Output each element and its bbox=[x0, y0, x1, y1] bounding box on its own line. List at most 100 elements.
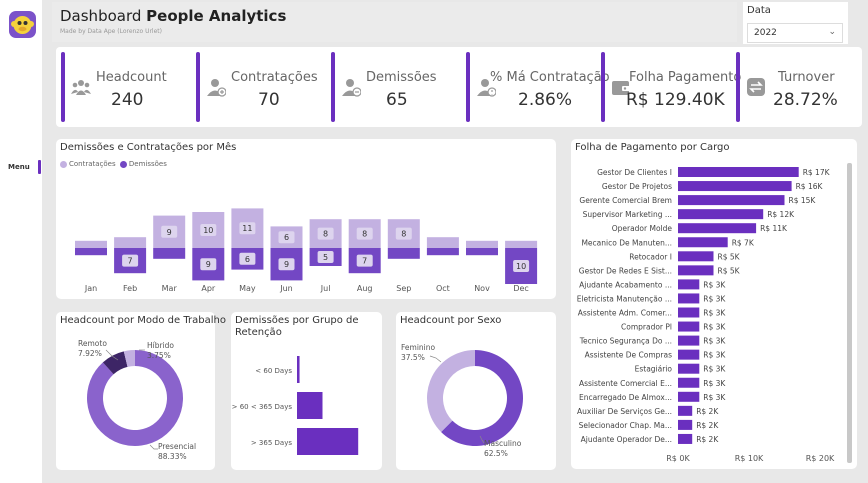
data-label-hires: 10 bbox=[203, 226, 213, 235]
kpi-headcount: Headcount 240 bbox=[61, 52, 189, 122]
bar-payroll bbox=[678, 391, 700, 402]
bar-payroll bbox=[678, 167, 799, 177]
kpi-label: Headcount bbox=[96, 70, 167, 85]
year-select[interactable]: 2022 ⌄ bbox=[747, 23, 843, 43]
payroll-chart: Gestor De Clientes I R$ 17K Gestor De Proj… bbox=[577, 167, 835, 463]
page-title: Dashboard People Analytics bbox=[60, 7, 286, 25]
y-tick-label: Estagiário bbox=[635, 365, 673, 374]
kpi-accent-bar bbox=[466, 52, 470, 122]
data-label-hires: 11 bbox=[242, 224, 252, 233]
sidebar: Menu bbox=[0, 0, 42, 483]
kpi-label: Turnover bbox=[778, 70, 835, 85]
y-tick-label: > 365 Days bbox=[251, 439, 292, 447]
bar-hires bbox=[114, 237, 147, 248]
slice-value: 7.92% bbox=[78, 349, 102, 358]
bar-payroll bbox=[678, 335, 700, 346]
people-group-icon bbox=[71, 80, 91, 95]
chevron-down-icon[interactable]: ⌄ bbox=[828, 27, 836, 37]
kpi-accent-bar bbox=[736, 52, 740, 122]
bar-terminations bbox=[426, 248, 459, 256]
filter-label: Data bbox=[747, 5, 771, 16]
kpi-label: Contratações bbox=[231, 70, 318, 85]
kpi-terminations: Demissões 65 bbox=[331, 52, 459, 122]
monkey-logo-icon bbox=[9, 11, 36, 38]
y-tick-label: Comprador Pl bbox=[621, 323, 672, 332]
y-tick-label: Gestor De Clientes I bbox=[597, 168, 672, 177]
payroll-chart-card: Folha de Pagamento por Cargo Gestor De C… bbox=[571, 139, 857, 469]
leader-line bbox=[429, 355, 442, 363]
bar-terminations bbox=[387, 248, 420, 259]
data-label-payroll: R$ 3K bbox=[703, 379, 726, 388]
x-tick-label: R$ 0K bbox=[666, 454, 690, 463]
data-label-terminations: 6 bbox=[245, 255, 250, 264]
data-label-payroll: R$ 2K bbox=[696, 421, 719, 430]
y-tick-label: Auxiliar De Serviços Ge... bbox=[577, 407, 672, 416]
data-label-payroll: R$ 2K bbox=[696, 407, 719, 416]
year-select-value: 2022 bbox=[754, 28, 777, 38]
title-bold: People Analytics bbox=[146, 7, 287, 25]
kpi-bad-hire: % Má Contratação 2.86% bbox=[466, 52, 610, 122]
data-label-terminations: 10 bbox=[516, 262, 526, 271]
kpi-label: % Má Contratação bbox=[490, 70, 610, 85]
y-tick-label: Selecionador Chap. Ma... bbox=[579, 421, 672, 430]
data-label-terminations: 5 bbox=[323, 253, 328, 262]
kpi-label: Folha Pagamento bbox=[629, 70, 742, 85]
bar-terminations bbox=[466, 248, 498, 256]
data-label-payroll: R$ 15K bbox=[789, 196, 817, 205]
y-tick-label: > 60 < 365 Days bbox=[232, 403, 293, 411]
kpi-value: 65 bbox=[386, 90, 408, 110]
bar-payroll bbox=[678, 223, 757, 234]
slice-label: Remoto bbox=[78, 339, 107, 348]
kpi-accent-bar bbox=[601, 52, 605, 122]
y-tick-label: Supervisor Marketing ... bbox=[583, 210, 672, 219]
data-label-payroll: R$ 3K bbox=[703, 280, 726, 289]
slice-value: 88.33% bbox=[158, 452, 187, 461]
x-tick-label: Apr bbox=[201, 284, 216, 293]
kpi-label: Demissões bbox=[366, 70, 437, 85]
x-tick-label: R$ 20K bbox=[806, 454, 835, 463]
date-filter: Data 2022 ⌄ bbox=[743, 2, 848, 44]
header: Dashboard People Analytics Made by Data … bbox=[52, 2, 737, 42]
page-subtitle: Made by Data Ape (Lorenzo Urlet) bbox=[60, 28, 162, 35]
work-mode-card: Headcount por Modo de Trabalho Presencia… bbox=[56, 312, 226, 470]
bar-payroll bbox=[678, 237, 728, 248]
kpi-accent-bar bbox=[196, 52, 200, 122]
data-label-payroll: R$ 3K bbox=[703, 309, 726, 318]
data-label-payroll: R$ 17K bbox=[803, 168, 831, 177]
y-tick-label: Tecnico Segurança Do ... bbox=[579, 337, 672, 346]
bar-payroll bbox=[678, 293, 700, 304]
data-label-payroll: R$ 3K bbox=[703, 393, 726, 402]
kpi-value: 70 bbox=[258, 90, 280, 110]
bar-payroll bbox=[678, 321, 700, 332]
y-tick-label: Gestor De Projetos bbox=[602, 182, 672, 191]
swap-arrows-icon bbox=[747, 78, 765, 96]
y-tick-label: Assistente Adm. Comer... bbox=[578, 309, 672, 318]
x-tick-label: Nov bbox=[474, 284, 490, 293]
slice-label: Feminino bbox=[401, 343, 435, 352]
kpi-turnover: Turnover 28.72% bbox=[736, 52, 858, 122]
y-tick-label: Encarregado De Almox... bbox=[579, 393, 672, 402]
data-label-hires: 8 bbox=[362, 230, 367, 239]
slice-label: Presencial bbox=[158, 442, 196, 451]
y-tick-label: Gerente Comercial Brem bbox=[579, 196, 672, 205]
monthly-chart-card: Demissões e Contratações por Mês Contrat… bbox=[56, 139, 556, 299]
data-label-payroll: R$ 11K bbox=[760, 224, 788, 233]
bar-payroll bbox=[678, 307, 700, 318]
data-label-payroll: R$ 3K bbox=[703, 337, 726, 346]
data-label-terminations: 9 bbox=[284, 260, 289, 269]
slice-value: 3.75% bbox=[147, 351, 171, 360]
y-tick-label: Ajudante Operador De... bbox=[581, 435, 672, 444]
bar-hires bbox=[466, 240, 498, 248]
monthly-chart: Jan 7 Feb 9 Mar 10 9 Apr 11 6 May 6 9 Jun 8 5 Jul 8 7 Aug 8 S… bbox=[75, 208, 538, 293]
bar-terminations bbox=[75, 248, 107, 256]
kpi-accent-bar bbox=[61, 52, 65, 122]
menu-label[interactable]: Menu bbox=[8, 163, 30, 171]
data-label-payroll: R$ 3K bbox=[703, 323, 726, 332]
kpi-value: 240 bbox=[111, 90, 144, 110]
leader-line bbox=[149, 444, 158, 450]
data-label-payroll: R$ 16K bbox=[796, 182, 824, 191]
data-label-payroll: R$ 2K bbox=[696, 435, 719, 444]
retention-card: Demissões por Grupo de Retenção < 60 Day… bbox=[231, 312, 382, 470]
y-tick-label: Gestor De Redes E Sist... bbox=[579, 266, 672, 275]
x-tick-label: Aug bbox=[357, 284, 373, 293]
